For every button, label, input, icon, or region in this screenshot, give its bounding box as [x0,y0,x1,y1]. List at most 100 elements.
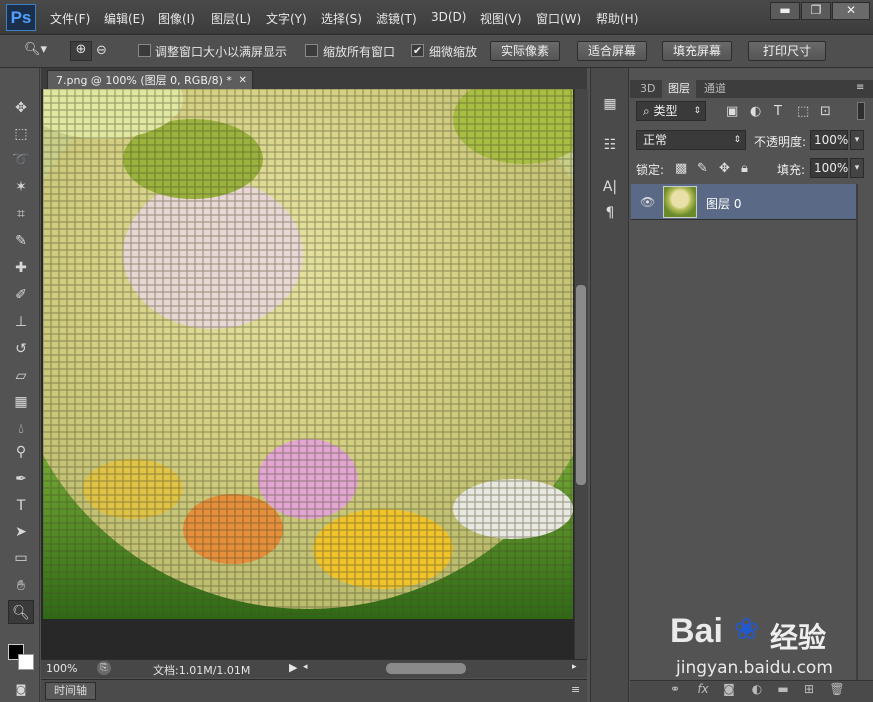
blur-tool-icon[interactable]: 💧︎ [8,417,34,441]
path-selection-icon[interactable]: ➤ [8,520,34,544]
scroll-right-icon[interactable]: ▸ [572,662,577,672]
scrubby-zoom-checkbox[interactable]: ✔ [411,44,424,57]
menu-3d[interactable]: 3D(D) [431,10,466,24]
visibility-eye-icon[interactable]: 👁︎ [640,195,655,209]
adjustments-panel-icon[interactable]: ☷ [596,133,624,157]
eraser-icon[interactable]: ▱ [8,364,34,388]
lock-label: 锁定: [636,163,665,177]
menu-filter[interactable]: 滤镜(T) [376,10,417,27]
print-size-button[interactable]: 打印尺寸 [748,41,827,61]
menu-edit[interactable]: 编辑(E) [104,10,145,27]
paragraph-panel-icon[interactable]: ¶ [596,201,624,225]
zoom-in-icon[interactable]: ⊕ [70,41,92,61]
menu-view[interactable]: 视图(V) [480,10,522,27]
fill-input[interactable]: 100% [810,158,848,178]
character-panel-icon[interactable]: A| [596,175,624,199]
restore-button[interactable]: ❐ [801,2,831,20]
gradient-tool-icon[interactable]: ▦ [8,390,34,414]
opacity-dropdown-icon[interactable]: ▾ [850,130,864,150]
resize-windows-checkbox[interactable] [138,44,151,57]
resize-windows-label: 调整窗口大小以满屏显示 [155,45,288,59]
zoom-level-field[interactable]: 100% [46,662,77,675]
hand-tool-icon[interactable]: ✋︎ [8,574,34,598]
status-menu-arrow-icon[interactable]: ▶ [289,661,297,674]
search-icon: ⌕ [643,104,654,118]
lock-position-icon[interactable]: ✥ [719,161,730,176]
menu-image[interactable]: 图像(I) [158,10,195,27]
brush-tool-icon[interactable]: ✐ [8,283,34,307]
filter-shape-icon[interactable]: ⬚ [797,104,809,119]
zoom-all-label: 缩放所有窗口 [323,45,396,59]
panel-dock [590,68,629,702]
layer-mask-icon[interactable]: ◙ [720,682,738,696]
minimize-button[interactable]: ▬ [770,2,800,20]
scroll-left-icon[interactable]: ◂ [303,662,308,672]
clone-stamp-icon[interactable]: ⊥ [8,310,34,334]
menu-type[interactable]: 文字(Y) [266,10,307,27]
eyedropper-icon[interactable]: ✎ [8,229,34,253]
shape-tool-icon[interactable]: ▭ [8,546,34,570]
layers-scrollbar[interactable] [856,184,858,680]
actual-pixels-button[interactable]: 实际像素 [490,41,561,61]
vertical-scrollbar-thumb[interactable] [576,285,586,485]
new-layer-icon[interactable]: ⊞ [800,682,818,696]
pen-tool-icon[interactable]: ✒ [8,467,34,491]
panel-options-icon[interactable]: ≡ [856,82,864,93]
menu-window[interactable]: 窗口(W) [536,10,581,27]
filter-pixel-icon[interactable]: ▣ [726,104,738,119]
zoom-out-icon[interactable]: ⊖ [96,43,107,58]
menu-select[interactable]: 选择(S) [321,10,362,27]
blend-mode-select[interactable]: 正常 ⇕ [636,130,746,150]
swatches-panel-icon[interactable]: ▦ [596,92,624,116]
tab-3d[interactable]: 3D [634,80,661,98]
zoom-all-checkbox[interactable] [305,44,318,57]
close-button[interactable]: ✕ [832,2,870,20]
menu-help[interactable]: 帮助(H) [596,10,638,27]
panel-menu-icon[interactable]: ≡ [571,683,580,696]
type-tool-icon[interactable]: T [8,494,34,518]
crop-tool-icon[interactable]: ⌗ [8,202,34,226]
marquee-tool-icon[interactable]: ⬚ [8,122,34,146]
quick-mask-icon[interactable]: ◙ [8,678,34,702]
adjustment-layer-icon[interactable]: ◐ [748,682,766,696]
layer-filter-select[interactable]: ⌕ 类型 ⇕ [636,101,706,121]
document-tab-title: 7.png @ 100% (图层 0, RGB/8) * [56,74,232,87]
dodge-tool-icon[interactable]: ⚲ [8,440,34,464]
healing-brush-icon[interactable]: ✚ [8,256,34,280]
lock-transparent-icon[interactable]: ▩ [675,161,687,176]
document-tab[interactable]: 7.png @ 100% (图层 0, RGB/8) * ✕ [47,70,253,89]
filter-type-icon[interactable]: T [774,104,782,119]
status-info-icon[interactable]: ⎘ [97,661,111,675]
horizontal-scrollbar-thumb[interactable] [386,663,466,674]
background-color-swatch[interactable] [18,654,34,670]
delete-layer-icon[interactable]: 🗑︎ [828,682,846,696]
fit-screen-button[interactable]: 适合屏幕 [577,41,648,61]
layer-style-icon[interactable]: fx [694,682,712,696]
close-tab-icon[interactable]: ✕ [238,71,246,90]
lock-all-icon[interactable]: 🔒︎ [741,161,748,176]
menu-layer[interactable]: 图层(L) [211,10,251,27]
layer-name[interactable]: 图层 0 [706,195,741,212]
fill-dropdown-icon[interactable]: ▾ [850,158,864,178]
tab-channels[interactable]: 通道 [698,80,732,98]
new-group-icon[interactable]: ▬ [774,682,792,696]
filter-toggle[interactable] [857,102,865,120]
timeline-tab[interactable]: 时间轴 [45,682,96,700]
filter-smart-object-icon[interactable]: ⊡ [820,104,831,119]
zoom-tool-icon[interactable]: 🔍︎ [8,600,34,624]
fill-screen-button[interactable]: 填充屏幕 [662,41,733,61]
zoom-tool-preset-icon[interactable]: 🔍︎▾ [24,42,47,57]
history-brush-icon[interactable]: ↺ [8,337,34,361]
tab-layers[interactable]: 图层 [662,80,696,98]
lasso-tool-icon[interactable]: ➰ [8,148,34,172]
fill-label: 填充: [777,163,806,177]
opacity-input[interactable]: 100% [810,130,848,150]
magic-wand-icon[interactable]: ✶ [8,175,34,199]
opacity-label: 不透明度: [754,135,807,149]
filter-adjustment-icon[interactable]: ◐ [750,104,761,119]
move-tool-icon[interactable]: ✥ [8,96,34,120]
menu-file[interactable]: 文件(F) [50,10,90,27]
lock-image-icon[interactable]: ✎ [697,161,708,176]
document-image[interactable] [43,89,573,619]
link-layers-icon[interactable]: ⚭ [666,682,684,696]
